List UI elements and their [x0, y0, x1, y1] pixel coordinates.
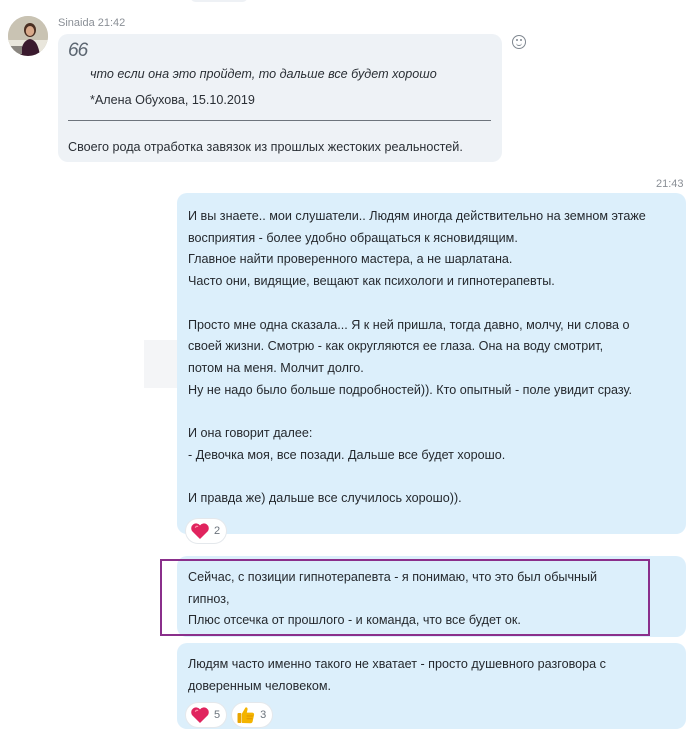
heart-icon [191, 707, 209, 723]
message-text: И вы знаете.. мои слушатели.. Людям иног… [188, 206, 646, 510]
message-line: доверенным человеком. [188, 679, 332, 693]
message-line [188, 466, 646, 488]
message-line: Главное найти проверенного мастера, а не… [188, 252, 513, 267]
thumbs-up-icon [237, 707, 255, 724]
quote-icon: 66 [68, 40, 88, 61]
message-line: - Девочка моя, все позади. Дальше все бу… [188, 447, 506, 462]
message-line: И вы знаете.. мои слушатели.. Людям иног… [188, 209, 646, 223]
message-text: Людям часто именно такого не хватает - п… [188, 653, 606, 697]
avatar-photo [8, 16, 48, 56]
reaction-count: 2 [214, 525, 221, 537]
message-line: И она говорит далее: [188, 426, 313, 440]
heart-icon [191, 523, 209, 539]
reaction-count: 5 [214, 709, 221, 721]
message-line: Часто они, видящие, вещают как психологи… [188, 274, 555, 289]
incoming-time: 21:42 [97, 17, 126, 29]
message-line [188, 401, 646, 423]
message-line: потом на меня. Молчит долго. [188, 360, 364, 375]
quote-divider [68, 120, 491, 121]
message-line: Просто мне одна сказала... Я к ней пришл… [188, 317, 630, 332]
incoming-meta: Sinaida 21:42 [58, 17, 125, 29]
reaction-thumbs-up[interactable]: 3 [232, 703, 273, 727]
reaction-count: 3 [260, 709, 267, 721]
outgoing-time: 21:43 [656, 178, 684, 190]
selection-highlight [160, 559, 650, 636]
message-line: И правда же) дальше все случилось хорошо… [188, 491, 462, 506]
add-reaction-icon[interactable] [512, 35, 526, 49]
message-line [188, 293, 646, 315]
incoming-reply-text: Своего рода отработка завязок из прошлых… [68, 140, 463, 154]
message-line: Людям часто именно такого не хватает - п… [188, 657, 606, 671]
avatar[interactable] [8, 16, 48, 56]
background-artifact [144, 340, 178, 388]
message-line: восприятия - более удобно обращаться к я… [188, 230, 518, 245]
message-line: Ну не надо было больше подробностей)). К… [188, 382, 633, 397]
message-line: своей жизни. Смотрю - как округляются ее… [188, 339, 604, 354]
quote-text: что если она это пройдет, то дальше все … [90, 67, 437, 81]
reaction-heart[interactable]: 5 [186, 703, 227, 727]
reaction-bar: 5 3 [186, 703, 273, 727]
reaction-heart[interactable]: 2 [186, 519, 227, 543]
sender-name[interactable]: Sinaida [58, 17, 95, 29]
quote-author: *Алена Обухова, 15.10.2019 [90, 93, 255, 107]
reaction-bar: 2 [186, 519, 227, 543]
cropped-element-top [190, 0, 248, 2]
